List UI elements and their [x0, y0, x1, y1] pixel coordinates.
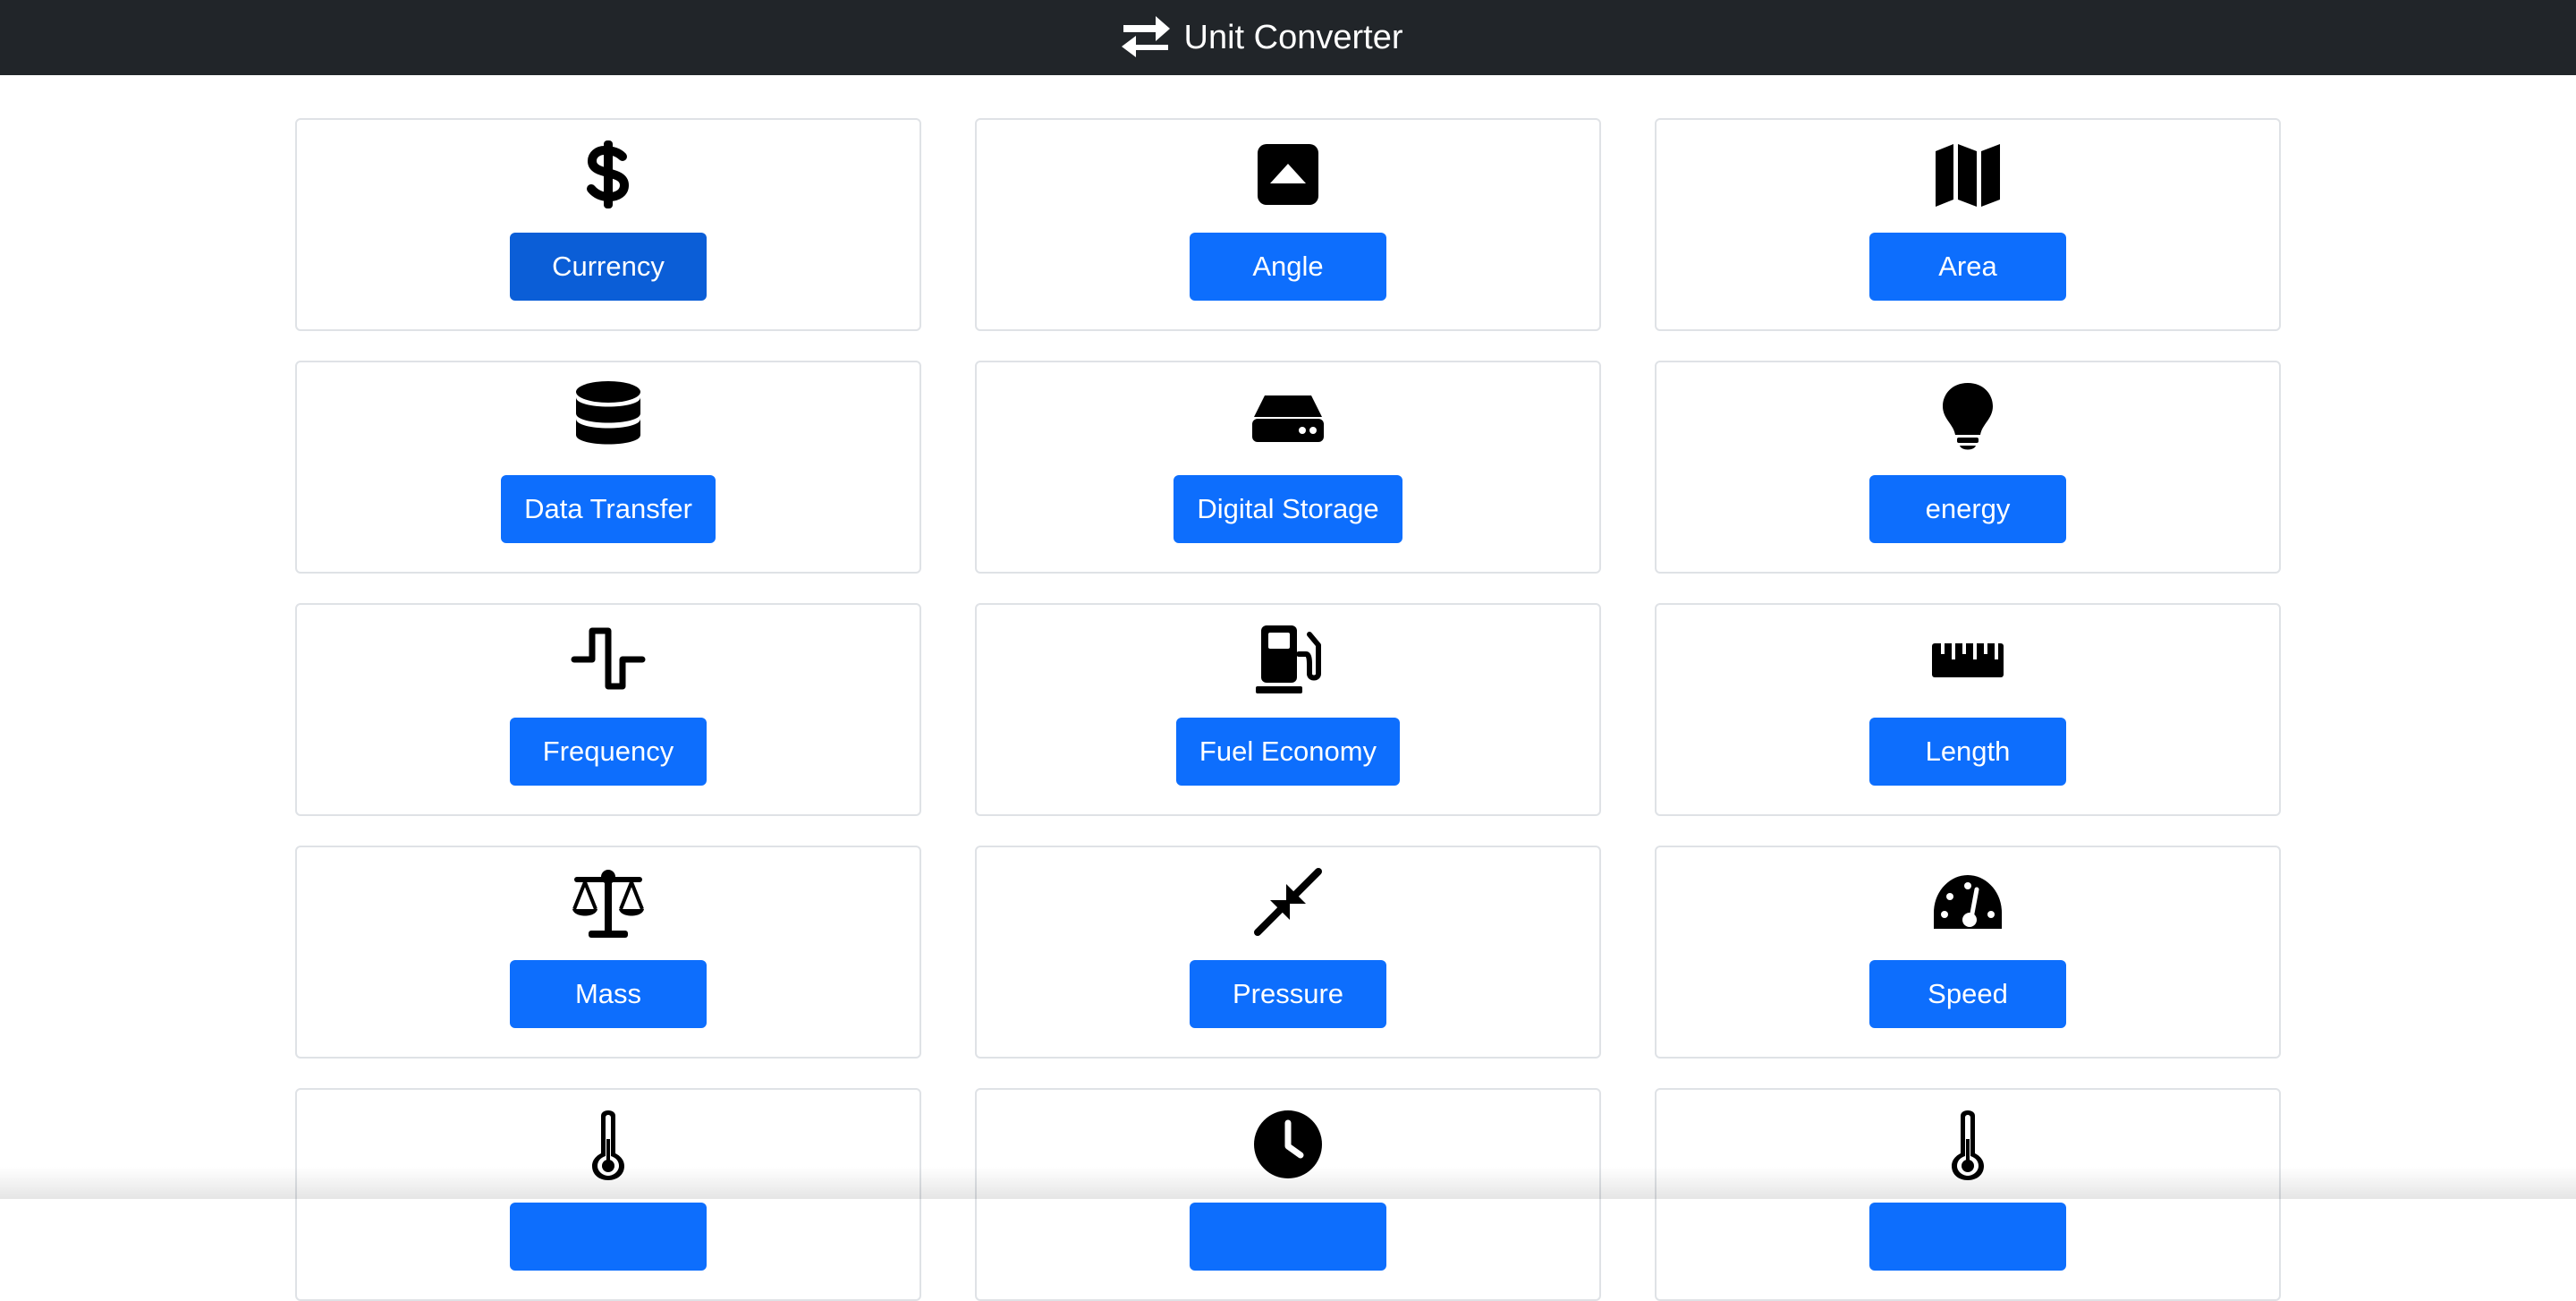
map-icon: [1928, 134, 2008, 215]
card-energy: energy: [1655, 361, 2281, 574]
card-length: Length: [1655, 603, 2281, 816]
card-data-transfer: Data Transfer: [295, 361, 921, 574]
database-icon: [568, 377, 648, 457]
card-time: [975, 1088, 1601, 1301]
card-fuel-economy: Fuel Economy: [975, 603, 1601, 816]
converter-grid: Currency Angle Area Dat: [295, 118, 2281, 1301]
lightbulb-icon: [1928, 377, 2008, 457]
area-button[interactable]: Area: [1869, 233, 2066, 301]
card-mass: Mass: [295, 846, 921, 1059]
card-angle: Angle: [975, 118, 1601, 331]
pressure-button[interactable]: Pressure: [1190, 960, 1386, 1028]
card-speed: Speed: [1655, 846, 2281, 1059]
speed-button[interactable]: Speed: [1869, 960, 2066, 1028]
compress-arrows-icon: [1248, 862, 1328, 942]
time-button[interactable]: [1190, 1203, 1386, 1271]
ruler-icon: [1928, 619, 2008, 700]
scale-icon: [568, 862, 648, 942]
energy-button[interactable]: energy: [1869, 475, 2066, 543]
exchange-arrows-icon: [1120, 13, 1184, 64]
digital-storage-button[interactable]: Digital Storage: [1174, 475, 1402, 543]
dollar-icon: [568, 134, 648, 215]
card-currency: Currency: [295, 118, 921, 331]
app-title: Unit Converter: [1184, 0, 1403, 75]
temperature-button[interactable]: [510, 1203, 707, 1271]
card-temperature: [295, 1088, 921, 1301]
speedometer-icon: [1928, 862, 2008, 942]
fuel-economy-button[interactable]: Fuel Economy: [1176, 718, 1400, 786]
card-digital-storage: Digital Storage: [975, 361, 1601, 574]
clock-icon: [1248, 1104, 1328, 1185]
hard-drive-icon: [1248, 377, 1328, 457]
temperature-2-button[interactable]: [1869, 1203, 2066, 1271]
card-pressure: Pressure: [975, 846, 1601, 1059]
brand-link[interactable]: Unit Converter: [1120, 0, 1403, 75]
caret-up-square-icon: [1248, 134, 1328, 215]
thermometer-icon: [1928, 1104, 2008, 1185]
data-transfer-button[interactable]: Data Transfer: [501, 475, 716, 543]
frequency-button[interactable]: Frequency: [510, 718, 707, 786]
currency-button[interactable]: Currency: [510, 233, 707, 301]
card-frequency: Frequency: [295, 603, 921, 816]
card-area: Area: [1655, 118, 2281, 331]
navbar: Unit Converter: [0, 0, 2576, 75]
mass-button[interactable]: Mass: [510, 960, 707, 1028]
card-temperature-2: [1655, 1088, 2281, 1301]
fuel-pump-icon: [1248, 619, 1328, 700]
angle-button[interactable]: Angle: [1190, 233, 1386, 301]
square-wave-icon: [568, 619, 648, 700]
length-button[interactable]: Length: [1869, 718, 2066, 786]
thermometer-icon: [568, 1104, 648, 1185]
